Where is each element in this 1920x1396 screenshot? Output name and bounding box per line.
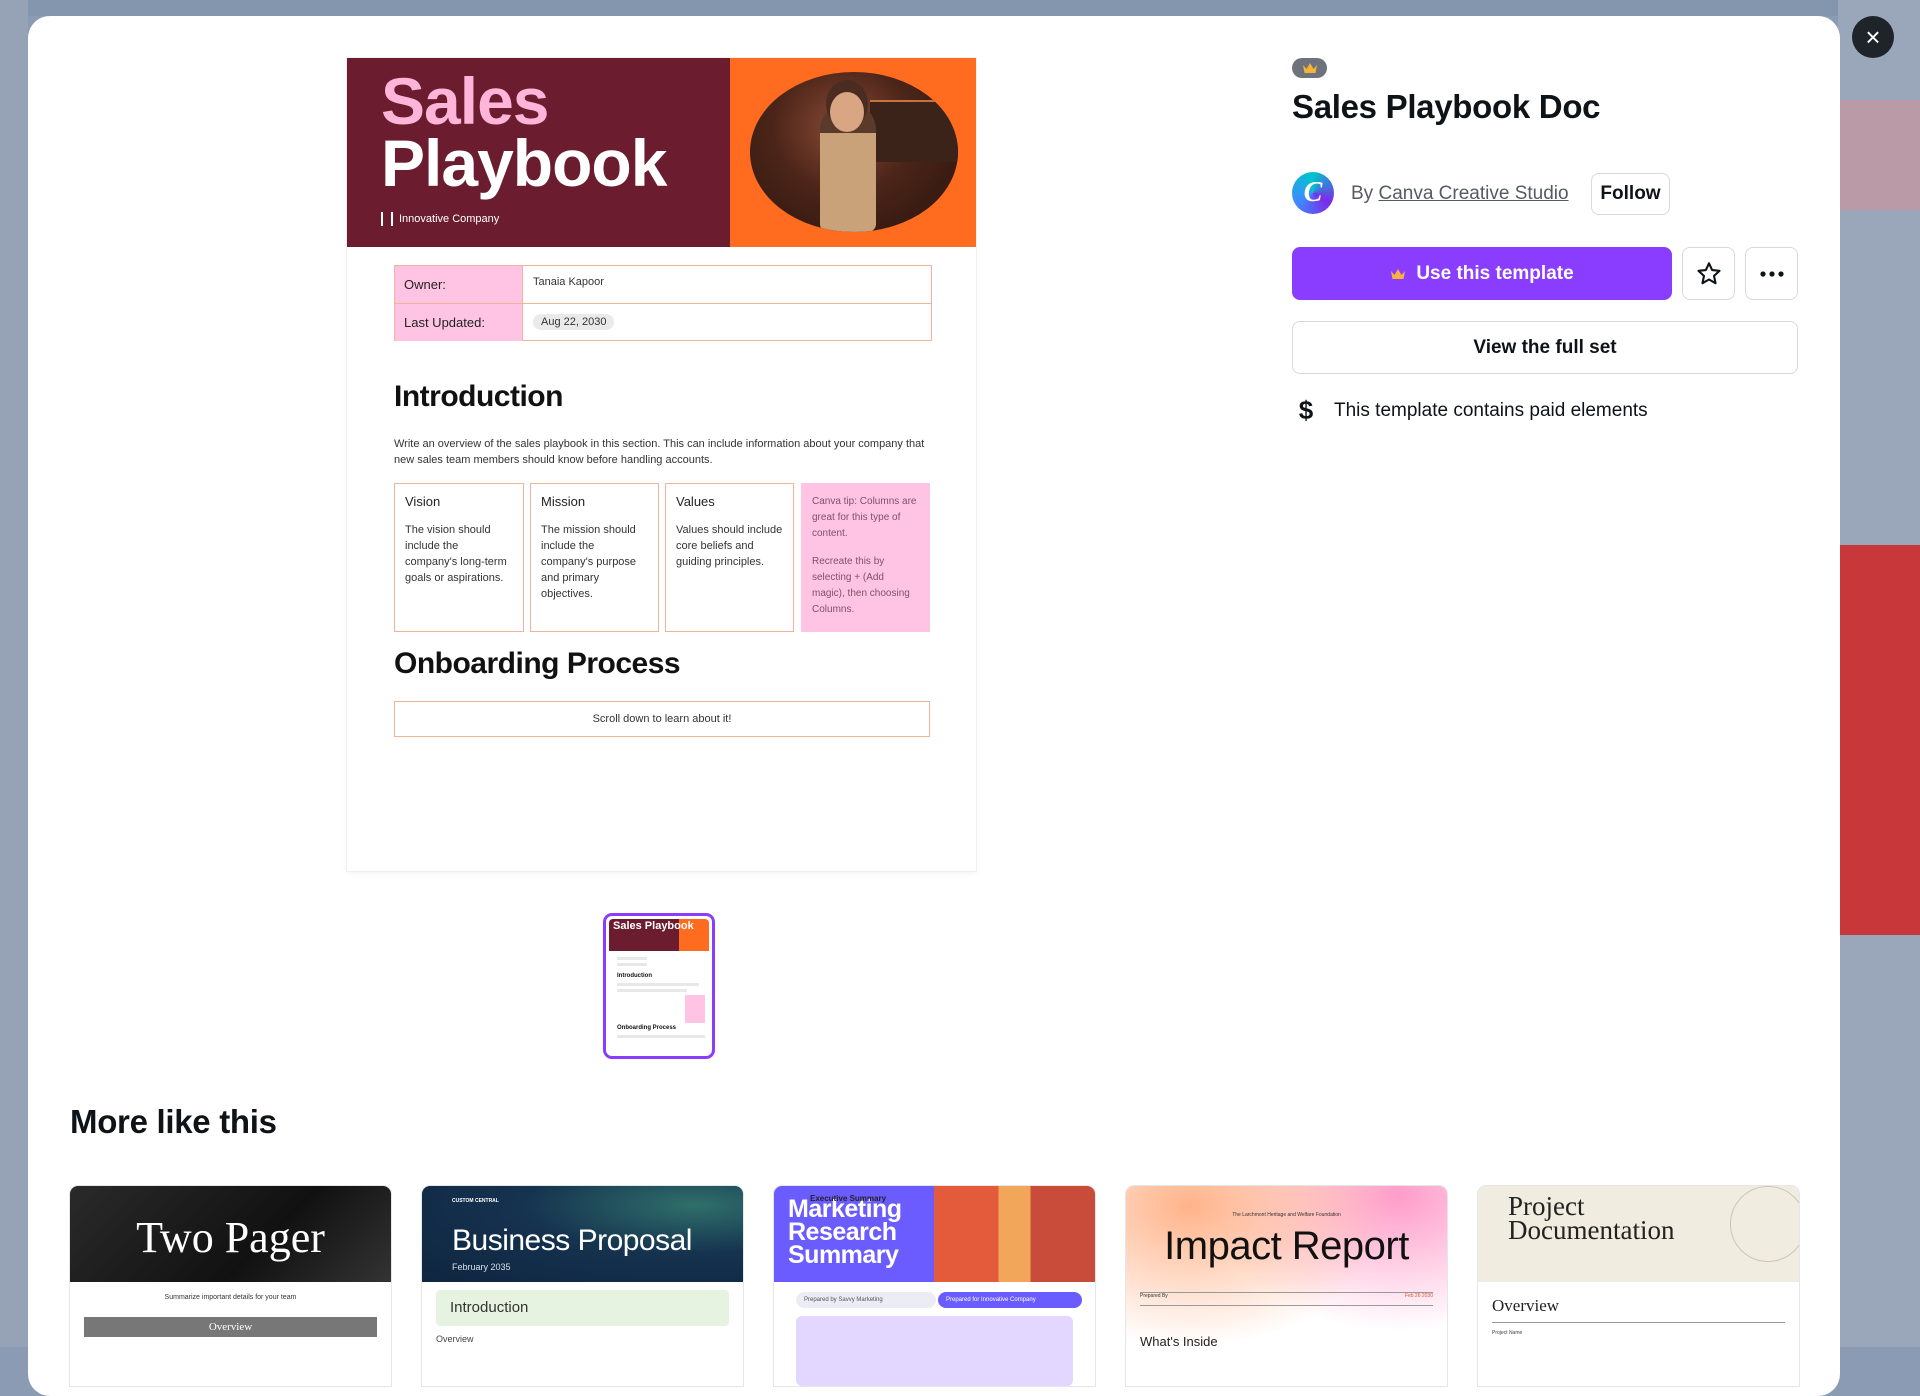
close-icon: ×	[1865, 22, 1881, 52]
preview-title: Sales Playbook	[381, 64, 667, 200]
preview-column-mission: Mission The mission should include the c…	[530, 483, 659, 632]
preview-intro-heading: Introduction	[394, 380, 563, 413]
creator-byline: By Canva Creative Studio	[1351, 183, 1569, 204]
template-title: Sales Playbook Doc	[1292, 88, 1601, 125]
more-options-button[interactable]	[1745, 247, 1798, 300]
template-card-two-pager[interactable]: Two Pager Summarize important details fo…	[70, 1186, 391, 1386]
preview-info-table: Owner: Tanaia Kapoor Last Updated: Aug 2…	[394, 265, 932, 341]
preview-photo	[750, 72, 958, 232]
page-thumbnail-1[interactable]: Sales Playbook Introduction Onboarding P…	[603, 913, 715, 1059]
view-full-set-button[interactable]: View the full set	[1292, 321, 1798, 374]
card-photo	[934, 1186, 1095, 1282]
date-chip: Aug 22, 2030	[533, 314, 615, 330]
preview-canva-tip: Canva tip: Columns are great for this ty…	[801, 483, 930, 632]
favorite-button[interactable]	[1682, 247, 1735, 300]
canva-logo-icon: C	[1303, 177, 1323, 208]
backdrop-red-block	[1838, 545, 1920, 935]
creator-link[interactable]: Canva Creative Studio	[1378, 183, 1568, 204]
creator-avatar[interactable]: C	[1292, 172, 1334, 214]
close-button[interactable]: ×	[1852, 16, 1894, 58]
follow-button[interactable]: Follow	[1591, 173, 1670, 215]
preview-column-vision: Vision The vision should include the com…	[394, 483, 524, 632]
star-icon	[1696, 261, 1721, 284]
template-card-project-documentation[interactable]: Project Documentation Overview Project N…	[1478, 1186, 1799, 1386]
premium-badge	[1292, 58, 1327, 78]
template-card-business-proposal[interactable]: CUSTOM CENTRAL Business Proposal Februar…	[422, 1186, 743, 1386]
backdrop-left	[0, 0, 28, 1347]
use-template-button[interactable]: Use this template	[1292, 247, 1672, 300]
more-like-this-heading: More like this	[70, 1103, 277, 1140]
backdrop-pink-block	[1838, 100, 1920, 210]
company-logo-icon	[381, 212, 393, 226]
preview-scroll-note: Scroll down to learn about it!	[394, 701, 930, 737]
dollar-icon: $	[1298, 395, 1314, 425]
preview-column-values: Values Values should include core belief…	[665, 483, 794, 632]
preview-onboarding-heading: Onboarding Process	[394, 647, 681, 680]
template-card-marketing-research[interactable]: Marketing Research Summary Prepared by S…	[774, 1186, 1095, 1386]
preview-intro-text: Write an overview of the sales playbook …	[394, 438, 925, 466]
crown-icon	[1302, 63, 1317, 73]
more-horizontal-icon	[1759, 270, 1784, 277]
template-card-impact-report[interactable]: The Larchmont Heritage and Welfare Found…	[1126, 1186, 1447, 1386]
template-preview[interactable]: Sales Playbook Innovative Company Owner:…	[347, 58, 976, 871]
paid-elements-note: $ This template contains paid elements	[1296, 395, 1648, 426]
backdrop-top	[0, 0, 1920, 16]
preview-header: Sales Playbook Innovative Company	[347, 58, 976, 247]
crown-icon	[1391, 268, 1406, 279]
preview-company: Innovative Company	[381, 212, 499, 226]
